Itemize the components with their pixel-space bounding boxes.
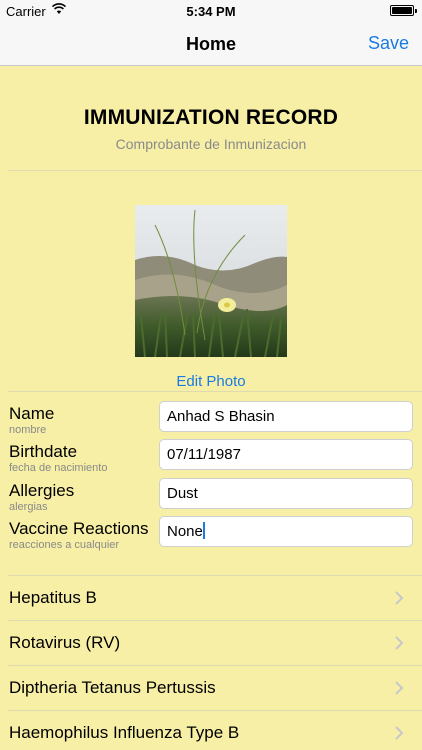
birthdate-field[interactable]: 07/11/1987 <box>159 439 413 470</box>
allergies-row: Allergies alergias Dust <box>0 478 422 517</box>
name-field[interactable]: Anhad S Bhasin <box>159 401 413 432</box>
vaccine-row-hib[interactable]: Haemophilus Influenza Type B <box>0 710 422 750</box>
vaccine-label: Haemophilus Influenza Type B <box>9 723 240 742</box>
allergies-label: Allergies <box>9 481 75 500</box>
vaccine-reactions-value: None <box>167 523 203 540</box>
vaccine-row-dtp[interactable]: Diptheria Tetanus Pertussis <box>0 665 422 710</box>
allergies-sublabel: alergias <box>9 501 48 513</box>
allergies-field[interactable]: Dust <box>159 478 413 509</box>
navigation-bar: Home Save <box>0 22 422 66</box>
vaccine-reactions-sublabel: reacciones a cualquier <box>9 539 120 551</box>
clock: 5:34 PM <box>186 4 236 19</box>
name-label: Name <box>9 404 55 423</box>
name-sublabel: nombre <box>9 424 47 436</box>
record-title: IMMUNIZATION RECORD <box>83 106 339 129</box>
birthdate-row: Birthdate fecha de nacimiento 07/11/1987 <box>0 439 422 478</box>
photo-divider <box>8 391 422 392</box>
row-separator <box>8 575 422 576</box>
row-separator <box>8 710 422 711</box>
vaccine-label: Hepatitus B <box>9 588 97 607</box>
chevron-right-icon <box>395 726 404 740</box>
vaccine-label: Rotavirus (RV) <box>9 633 121 652</box>
vaccine-reactions-label: Vaccine Reactions <box>9 519 149 538</box>
status-bar: Carrier 5:34 PM <box>0 0 422 22</box>
row-separator <box>8 620 422 621</box>
row-separator <box>8 665 422 666</box>
record-subtitle: Comprobante de Inmunizacion <box>115 136 307 152</box>
birthdate-sublabel: fecha de nacimiento <box>9 462 108 474</box>
battery-icon <box>390 5 417 16</box>
profile-photo <box>135 205 287 357</box>
vaccine-reactions-row: Vaccine Reactions reacciones a cualquier… <box>0 516 422 555</box>
vaccine-row-hepatitis-b[interactable]: Hepatitus B <box>0 575 422 620</box>
vaccine-reactions-field[interactable]: None <box>159 516 413 547</box>
chevron-right-icon <box>395 591 404 605</box>
nav-title: Home <box>185 34 236 54</box>
text-cursor <box>202 522 205 539</box>
name-row: Name nombre Anhad S Bhasin <box>0 401 422 440</box>
vaccine-row-rotavirus[interactable]: Rotavirus (RV) <box>0 620 422 665</box>
birthdate-label: Birthdate <box>9 442 78 461</box>
save-button[interactable]: Save <box>368 33 409 54</box>
chevron-right-icon <box>395 681 404 695</box>
vaccine-label: Diptheria Tetanus Pertussis <box>9 678 216 697</box>
record-header: IMMUNIZATION RECORD Comprobante de Inmun… <box>0 66 422 170</box>
header-divider <box>8 170 422 171</box>
edit-photo-button[interactable]: Edit Photo <box>0 373 422 390</box>
chevron-right-icon <box>395 636 404 650</box>
